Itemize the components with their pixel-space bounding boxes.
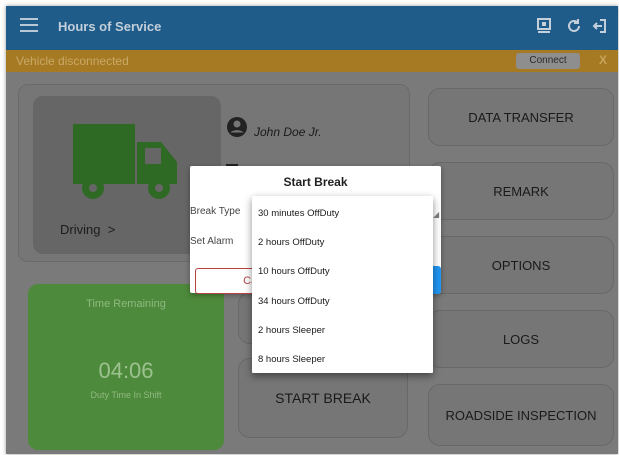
banner-message: Vehicle disconnected [16, 54, 129, 68]
app-bar: Hours of Service [6, 6, 618, 50]
dropdown-option[interactable]: 8 hours Sleeper [258, 354, 428, 365]
app-title: Hours of Service [58, 19, 162, 34]
data-transfer-button[interactable]: DATA TRANSFER [428, 88, 614, 146]
refresh-icon[interactable] [564, 17, 584, 37]
banner-close-button[interactable]: X [599, 53, 607, 67]
logs-button[interactable]: LOGS [428, 310, 614, 368]
eld-device-icon[interactable] [534, 17, 554, 37]
dropdown-option[interactable]: 2 hours Sleeper [258, 325, 428, 336]
time-remaining-heading: Time Remaining [86, 298, 166, 310]
time-remaining-value: 04:06 [98, 358, 154, 383]
connection-banner: Vehicle disconnected Connect X [6, 50, 618, 72]
dropdown-option[interactable]: 10 hours OffDuty [258, 266, 428, 277]
time-remaining-card[interactable]: Time Remaining 04:06 Duty Time In Shift [28, 284, 224, 450]
options-button[interactable]: OPTIONS [428, 236, 614, 294]
time-remaining-caption: Duty Time In Shift [90, 390, 162, 400]
account-icon [226, 116, 248, 138]
set-alarm-label: Set Alarm [190, 236, 234, 247]
roadside-inspection-button[interactable]: ROADSIDE INSPECTION [428, 384, 614, 446]
remark-button[interactable]: REMARK [428, 162, 614, 220]
dropdown-arrow-icon: ◢ [433, 210, 440, 219]
dropdown-option[interactable]: 30 minutes OffDuty [258, 208, 428, 219]
menu-icon[interactable] [20, 18, 38, 34]
dialog-title: Start Break [283, 175, 348, 189]
chevron-right-icon: > [107, 222, 116, 237]
dropdown-option[interactable]: 34 hours OffDuty [258, 296, 428, 307]
connect-button[interactable]: Connect [516, 53, 580, 69]
break-type-dropdown[interactable]: 30 minutes OffDuty 2 hours OffDuty 10 ho… [252, 196, 433, 373]
driver-name: John Doe Jr. [254, 125, 322, 139]
break-type-label: Break Type [190, 206, 241, 217]
duty-status-label[interactable]: Driving > [60, 222, 115, 237]
dropdown-option[interactable]: 2 hours OffDuty [258, 237, 428, 248]
logout-icon[interactable] [591, 17, 611, 37]
